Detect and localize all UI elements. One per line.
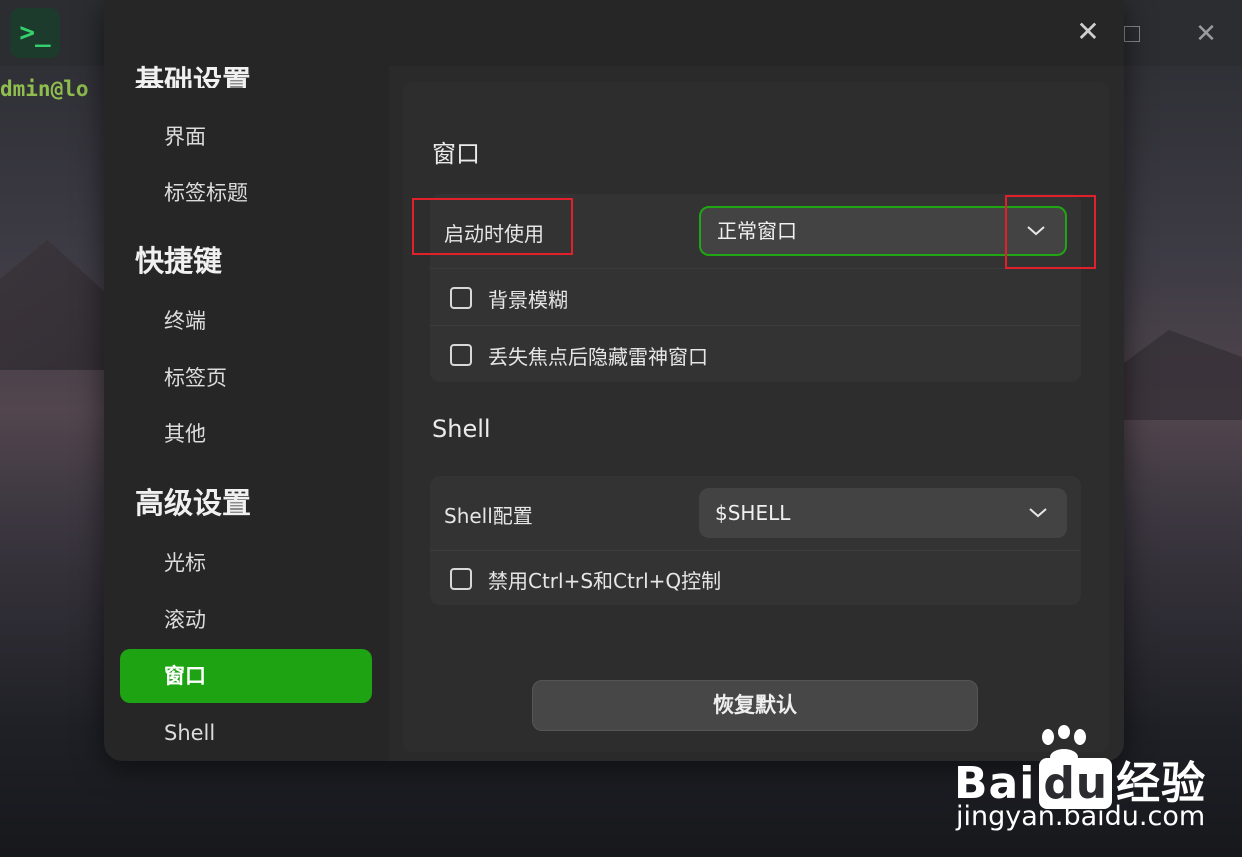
baidu-watermark: Bai du 经验 jingyan.baidu.com <box>948 725 1242 857</box>
hide-on-blur-checkbox[interactable] <box>450 344 472 366</box>
sidebar-item-other[interactable]: 其他 <box>120 407 372 461</box>
disable-flow-control-label: 禁用Ctrl+S和Ctrl+Q控制 <box>488 568 722 593</box>
sidebar-group-advanced[interactable]: 高级设置 <box>135 480 251 522</box>
section-title-shell: Shell <box>432 415 491 443</box>
disable-flow-control-checkbox-row[interactable]: 禁用Ctrl+S和Ctrl+Q控制 <box>450 564 721 594</box>
dialog-close-icon[interactable]: ✕ <box>1074 18 1102 46</box>
sidebar-item-terminal[interactable]: 终端 <box>120 294 372 348</box>
background-landscape <box>0 240 105 370</box>
sidebar-group-shortcuts[interactable]: 快捷键 <box>135 238 222 280</box>
background-blur-checkbox-row[interactable]: 背景模糊 <box>450 283 568 313</box>
annotation-highlight-dropdown <box>1005 195 1096 269</box>
settings-panel: 窗口 启动时使用 正常窗口 背景模糊 丢失焦点后隐藏雷神窗口 Shell She… <box>403 82 1109 752</box>
background-landscape-right <box>1120 330 1242 420</box>
disable-flow-control-checkbox[interactable] <box>450 568 472 590</box>
chevron-down-icon[interactable] <box>1027 488 1049 538</box>
sidebar-item-scroll[interactable]: 滚动 <box>120 593 372 647</box>
sidebar-item-window[interactable]: 窗口 <box>120 649 372 703</box>
hide-on-blur-label: 丢失焦点后隐藏雷神窗口 <box>488 344 708 369</box>
section-title-window: 窗口 <box>432 140 480 168</box>
hide-on-blur-checkbox-row[interactable]: 丢失焦点后隐藏雷神窗口 <box>450 340 708 370</box>
baidu-url: jingyan.baidu.com <box>956 801 1206 832</box>
sidebar-item-cursor[interactable]: 光标 <box>120 536 372 590</box>
terminal-prompt-icon[interactable]: >_ <box>10 8 60 58</box>
shell-config-select[interactable]: $SHELL <box>699 488 1067 538</box>
terminal-prompt-text: dmin@lo <box>0 77 89 101</box>
background-blur-checkbox[interactable] <box>450 287 472 309</box>
shell-settings-card: Shell配置 $SHELL 禁用Ctrl+S和Ctrl+Q控制 <box>430 476 1081 605</box>
shell-config-label: Shell配置 <box>444 504 533 528</box>
background-blur-label: 背景模糊 <box>488 287 568 312</box>
maximize-icon[interactable] <box>1124 26 1140 42</box>
startup-mode-value: 正常窗口 <box>717 219 797 243</box>
sidebar-item-tab-title[interactable]: 标签标题 <box>120 166 372 220</box>
settings-dialog: ✕ 基础设置 界面 标签标题 快捷键 终端 标签页 其他 高级设置 光标 滚动 … <box>104 0 1124 761</box>
sidebar-item-tabs[interactable]: 标签页 <box>120 351 372 405</box>
settings-content: 窗口 启动时使用 正常窗口 背景模糊 丢失焦点后隐藏雷神窗口 Shell She… <box>389 66 1124 761</box>
row-divider <box>430 325 1081 326</box>
sidebar-group-basic[interactable]: 基础设置 <box>135 52 251 88</box>
row-divider <box>430 268 1081 269</box>
sidebar-item-interface[interactable]: 界面 <box>120 110 372 164</box>
shell-config-value: $SHELL <box>715 501 791 525</box>
sidebar-item-shell[interactable]: Shell <box>120 706 372 760</box>
window-close-icon[interactable]: ✕ <box>1194 20 1218 48</box>
annotation-highlight-label <box>412 198 573 255</box>
restore-defaults-button[interactable]: 恢复默认 <box>532 680 978 731</box>
row-divider <box>430 550 1081 551</box>
settings-sidebar: 基础设置 界面 标签标题 快捷键 终端 标签页 其他 高级设置 光标 滚动 窗口… <box>104 0 389 761</box>
